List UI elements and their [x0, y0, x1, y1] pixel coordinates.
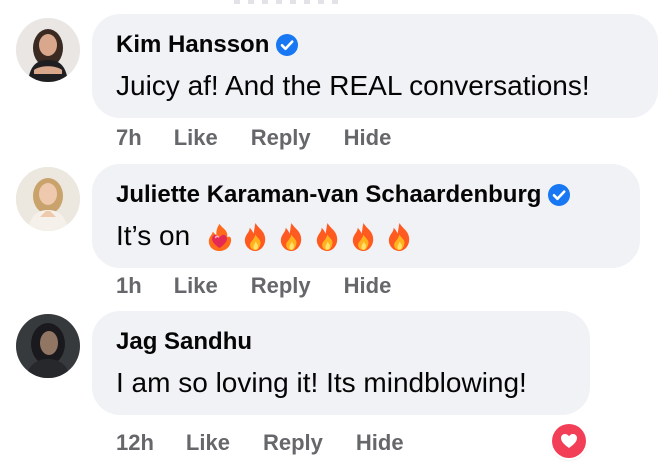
hide-button[interactable]: Hide — [344, 273, 392, 299]
verified-badge-icon — [547, 183, 571, 207]
thread-connector-line — [234, 0, 344, 4]
hide-button[interactable]: Hide — [356, 430, 404, 456]
author-name[interactable]: Kim Hansson — [116, 30, 269, 60]
avatar[interactable] — [16, 167, 80, 231]
author-name[interactable]: Jag Sandhu — [116, 327, 252, 357]
fire-icon — [276, 221, 307, 252]
emoji-row — [204, 221, 415, 252]
verified-badge-icon — [275, 33, 299, 57]
love-reaction-icon[interactable] — [552, 424, 586, 458]
comment-actions: 7h Like Reply Hide — [116, 124, 424, 152]
comment-bubble: Juliette Karaman-van Schaardenburg It’s … — [92, 164, 640, 268]
reply-button[interactable]: Reply — [263, 430, 323, 456]
comment-actions: 1h Like Reply Hide — [116, 272, 424, 300]
reply-button[interactable]: Reply — [251, 125, 311, 151]
timestamp[interactable]: 7h — [116, 125, 142, 151]
fire-icon — [348, 221, 379, 252]
comment-text: I am so loving it! Its mindblowing! — [116, 367, 527, 398]
comment-text: It’s on — [116, 220, 191, 251]
comment-text: Juicy af! And the REAL conversations! — [116, 70, 590, 101]
comment-actions: 12h Like Reply Hide — [116, 429, 437, 457]
heart-on-fire-icon — [204, 221, 235, 252]
timestamp[interactable]: 12h — [116, 430, 154, 456]
fire-icon — [312, 221, 343, 252]
fire-icon — [384, 221, 415, 252]
fire-icon — [240, 221, 271, 252]
hide-button[interactable]: Hide — [344, 125, 392, 151]
reply-button[interactable]: Reply — [251, 273, 311, 299]
like-button[interactable]: Like — [174, 273, 218, 299]
avatar[interactable] — [16, 18, 80, 82]
comment-bubble: Kim Hansson Juicy af! And the REAL conve… — [92, 14, 658, 118]
comment-text-row: It’s on — [116, 217, 616, 255]
author-name[interactable]: Juliette Karaman-van Schaardenburg — [116, 180, 541, 210]
avatar[interactable] — [16, 314, 80, 378]
timestamp[interactable]: 1h — [116, 273, 142, 299]
like-button[interactable]: Like — [174, 125, 218, 151]
like-button[interactable]: Like — [186, 430, 230, 456]
comment-bubble: Jag Sandhu I am so loving it! Its mindbl… — [92, 311, 590, 415]
